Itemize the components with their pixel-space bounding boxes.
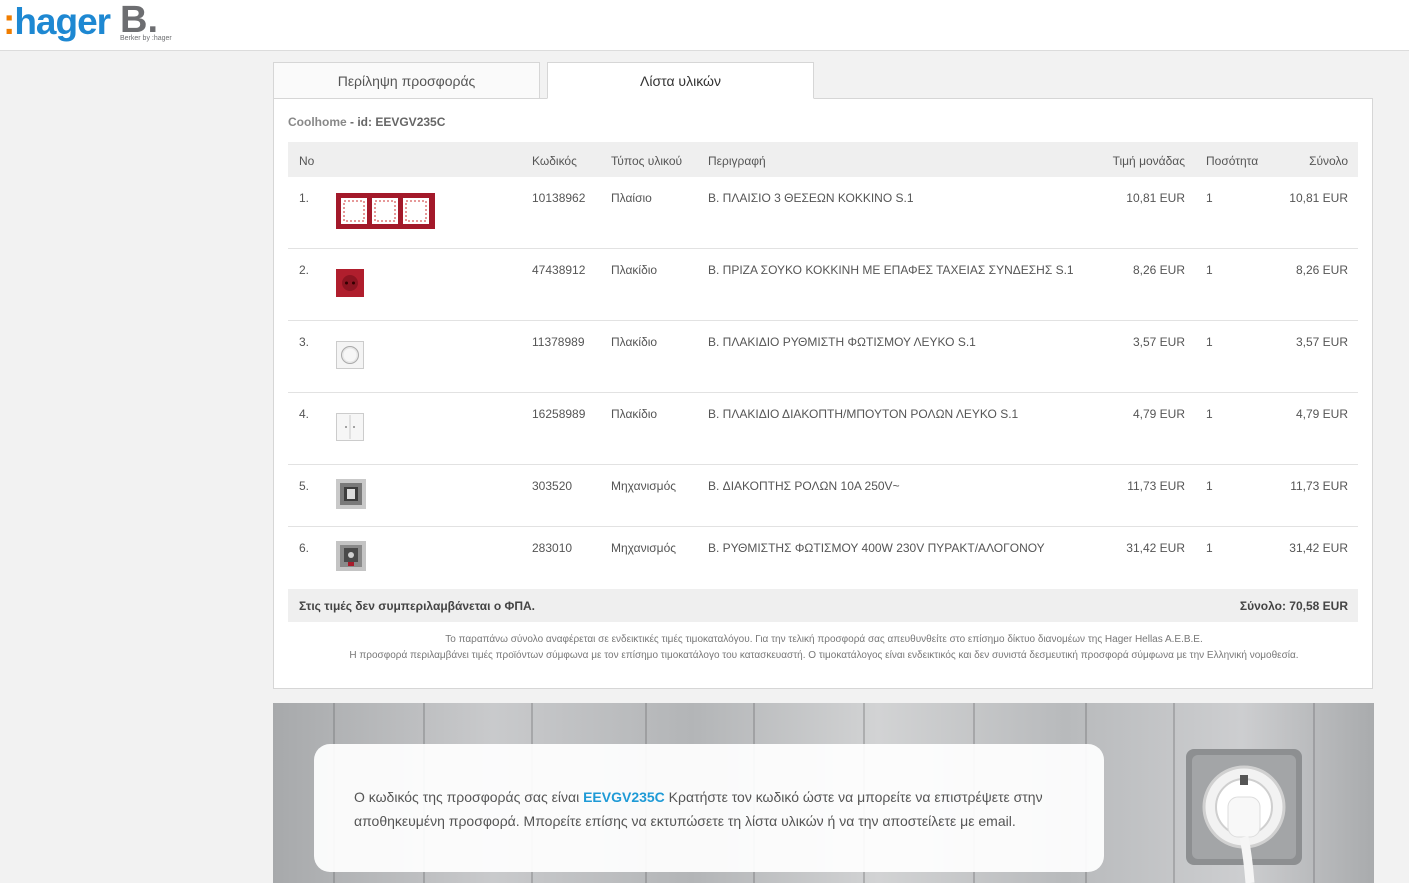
table-row: 3. 11378989 Πλακίδιο B. ΠΛΑΚΙΔΙΟ ΡΥΘΜΙΣΤ… bbox=[288, 321, 1358, 393]
grand-total: Σύνολο: 70,58 EUR bbox=[1239, 599, 1348, 613]
item-unit-price: 3,57 EUR bbox=[1132, 335, 1185, 349]
socket-plug-image bbox=[1186, 749, 1302, 883]
row-number: 2. bbox=[299, 263, 310, 277]
item-description: B. ΡΥΘΜΙΣΤΗΣ ΦΩΤΙΣΜΟΥ 400W 230V ΠΥΡΑΚΤ/Α… bbox=[708, 541, 1045, 555]
project-id: - id: EEVGV235C bbox=[350, 115, 446, 129]
item-total: 31,42 EUR bbox=[1289, 541, 1348, 555]
switch-mechanism-image bbox=[336, 479, 366, 509]
item-unit-price: 4,79 EUR bbox=[1132, 407, 1185, 421]
item-unit-price: 31,42 EUR bbox=[1126, 541, 1185, 555]
table-row: 1. 10138962 Πλαίσιο B. ΠΛΑΙΣΙΟ 3 ΘΕΣΕΩΝ … bbox=[288, 177, 1358, 249]
dimmer-mechanism-image bbox=[336, 541, 366, 571]
item-code: 47438912 bbox=[532, 263, 586, 277]
row-number: 3. bbox=[299, 335, 310, 349]
header-code: Κωδικός bbox=[532, 154, 577, 168]
table-row: 5. 303520 Μηχανισμός B. ΔΙΑΚΟΠΤΗΣ ΡΟΛΩΝ … bbox=[288, 465, 1358, 527]
item-total: 8,26 EUR bbox=[1295, 263, 1348, 277]
item-total: 3,57 EUR bbox=[1295, 335, 1348, 349]
item-total: 11,73 EUR bbox=[1290, 479, 1348, 493]
item-unit-price: 8,26 EUR bbox=[1132, 263, 1185, 277]
item-quantity: 1 bbox=[1206, 479, 1213, 493]
disclaimer-line-2: Η προσφορά περιλαμβάνει τιμές προϊόντων … bbox=[349, 650, 1299, 661]
item-type: Μηχανισμός bbox=[611, 541, 677, 555]
item-type: Μηχανισμός bbox=[611, 479, 677, 493]
item-total: 10,81 EUR bbox=[1289, 191, 1348, 205]
table-footer: Στις τιμές δεν συμπεριλαμβάνεται ο ΦΠΑ. … bbox=[288, 589, 1358, 622]
white-blind-switch-image bbox=[336, 413, 364, 441]
project-title: Coolhome - id: EEVGV235C bbox=[288, 115, 445, 129]
header-type: Τύπος υλικού bbox=[611, 154, 683, 168]
project-name: Coolhome bbox=[288, 115, 347, 129]
header-quantity: Ποσότητα bbox=[1206, 154, 1259, 168]
item-unit-price: 11,73 EUR bbox=[1127, 479, 1185, 493]
row-number: 5. bbox=[299, 479, 310, 493]
item-unit-price: 10,81 EUR bbox=[1126, 191, 1185, 205]
white-dimmer-image bbox=[336, 341, 364, 369]
row-number: 4. bbox=[299, 407, 310, 421]
header-description: Περιγραφή bbox=[708, 154, 766, 168]
red-socket-image bbox=[336, 269, 364, 297]
item-description: B. ΠΛΑΚΙΔΙΟ ΔΙΑΚΟΠΤΗ/ΜΠΟΥΤΟΝ ΡΟΛΩΝ ΛΕΥΚΟ… bbox=[708, 407, 1019, 421]
item-type: Πλακίδιο bbox=[611, 407, 658, 421]
offer-code: EEVGV235C bbox=[583, 789, 665, 805]
table-row: 6. 283010 Μηχανισμός B. ΡΥΘΜΙΣΤΗΣ ΦΩΤΙΣΜ… bbox=[288, 527, 1358, 589]
item-total: 4,79 EUR bbox=[1295, 407, 1348, 421]
item-description: B. ΠΡΙΖΑ ΣΟΥΚΟ ΚΟΚΚΙΝΗ ΜΕ ΕΠΑΦΕΣ ΤΑΧΕΙΑΣ… bbox=[708, 263, 1074, 277]
item-description: B. ΔΙΑΚΟΠΤΗΣ ΡΟΛΩΝ 10A 250V~ bbox=[708, 479, 900, 493]
berker-logo-subtitle: Berker by :hager bbox=[120, 35, 172, 42]
item-type: Πλακίδιο bbox=[611, 263, 658, 277]
red-triple-frame-image bbox=[336, 193, 435, 229]
tab-offer-summary[interactable]: Περίληψη προσφοράς bbox=[273, 62, 540, 99]
berker-logo[interactable]: B. bbox=[120, 0, 158, 40]
hager-logo[interactable]: :hager bbox=[3, 2, 111, 42]
top-bar: :hager B. Berker by :hager bbox=[0, 0, 1409, 51]
materials-panel: Coolhome - id: EEVGV235C No Κωδικός Τύπο… bbox=[273, 98, 1373, 689]
item-type: Πλαίσιο bbox=[611, 191, 652, 205]
table-header: No Κωδικός Τύπος υλικού Περιγραφή Τιμή μ… bbox=[288, 142, 1358, 177]
item-code: 11378989 bbox=[532, 335, 585, 349]
offer-code-banner: Ο κωδικός της προσφοράς σας είναι EEVGV2… bbox=[273, 703, 1374, 883]
item-type: Πλακίδιο bbox=[611, 335, 658, 349]
header-no: No bbox=[299, 154, 315, 168]
offer-code-message: Ο κωδικός της προσφοράς σας είναι EEVGV2… bbox=[314, 744, 1104, 872]
item-quantity: 1 bbox=[1206, 407, 1213, 421]
item-description: B. ΠΛΑΙΣΙΟ 3 ΘΕΣΕΩΝ ΚΟΚΚΙΝΟ S.1 bbox=[708, 191, 914, 205]
wall-texture bbox=[1173, 703, 1175, 883]
offer-code-text-start: Ο κωδικός της προσφοράς σας είναι bbox=[354, 789, 584, 805]
disclaimer-line-1: Το παραπάνω σύνολο αναφέρεται σε ενδεικτ… bbox=[445, 634, 1203, 645]
row-number: 1. bbox=[299, 191, 310, 205]
table-row: 2. 47438912 Πλακίδιο B. ΠΡΙΖΑ ΣΟΥΚΟ ΚΟΚΚ… bbox=[288, 249, 1358, 321]
item-code: 303520 bbox=[532, 479, 573, 493]
vat-note: Στις τιμές δεν συμπεριλαμβάνεται ο ΦΠΑ. bbox=[299, 599, 535, 613]
table-row: 4. 16258989 Πλακίδιο B. ΠΛΑΚΙΔΙΟ ΔΙΑΚΟΠΤ… bbox=[288, 393, 1358, 465]
item-quantity: 1 bbox=[1206, 541, 1213, 555]
tab-materials-list[interactable]: Λίστα υλικών bbox=[547, 62, 814, 99]
item-description: B. ΠΛΑΚΙΔΙΟ ΡΥΘΜΙΣΤΗ ΦΩΤΙΣΜΟΥ ΛΕΥΚΟ S.1 bbox=[708, 335, 976, 349]
item-quantity: 1 bbox=[1206, 191, 1213, 205]
item-quantity: 1 bbox=[1206, 263, 1213, 277]
row-number: 6. bbox=[299, 541, 310, 555]
header-unit-price: Τιμή μονάδας bbox=[1112, 154, 1185, 168]
item-code: 10138962 bbox=[532, 191, 586, 205]
item-quantity: 1 bbox=[1206, 335, 1213, 349]
wall-texture bbox=[1313, 703, 1315, 883]
item-code: 283010 bbox=[532, 541, 573, 555]
header-total: Σύνολο bbox=[1309, 154, 1348, 168]
item-code: 16258989 bbox=[532, 407, 586, 421]
